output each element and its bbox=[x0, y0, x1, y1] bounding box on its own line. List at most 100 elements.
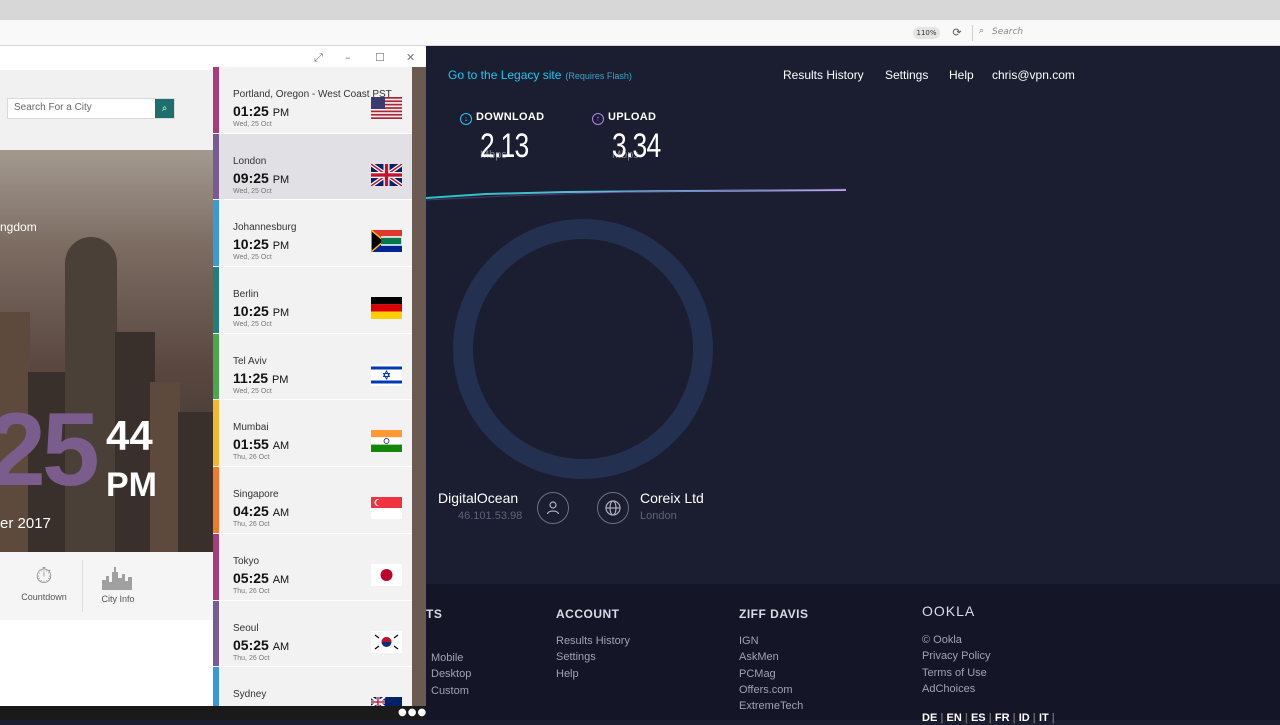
city-name: Tel Aviv bbox=[233, 355, 267, 367]
city-time: 10:25 PM bbox=[233, 236, 289, 252]
legacy-site-note: (Requires Flash) bbox=[565, 71, 632, 81]
server-name[interactable]: Coreix Ltd bbox=[640, 490, 704, 506]
footer-link[interactable]: Privacy Policy bbox=[922, 648, 990, 664]
footer-link[interactable]: Help bbox=[556, 666, 630, 682]
city-time: 05:25 AM bbox=[233, 637, 289, 653]
lang-de[interactable]: DE bbox=[922, 712, 937, 724]
user-icon[interactable] bbox=[537, 492, 569, 524]
city-date: Thu, 26 Oct bbox=[233, 454, 270, 462]
city-name: Portland, Oregon - West Coast PST bbox=[233, 89, 392, 100]
host-name: DigitalOcean bbox=[438, 490, 519, 506]
city-row[interactable]: Johannesburg 10:25 PM Wed, 25 Oct bbox=[213, 200, 412, 268]
city-row[interactable]: Portland, Oregon - West Coast PST 01:25 P… bbox=[213, 67, 412, 134]
footer-apps-links: Mobile Desktop Custom bbox=[431, 650, 471, 699]
city-time-ampm: PM bbox=[272, 240, 290, 253]
footer-link[interactable]: PCMag bbox=[739, 666, 803, 682]
nav-account-email[interactable]: chris@vpn.com bbox=[992, 68, 1075, 82]
taskbar bbox=[0, 706, 426, 720]
city-date: Wed, 25 Oct bbox=[233, 321, 272, 329]
browser-search-placeholder: Search bbox=[992, 27, 1024, 37]
city-name: Singapore bbox=[233, 489, 279, 501]
browser-search-field[interactable]: ⌕ Search bbox=[972, 25, 1280, 41]
city-row[interactable]: Tokyo 05:25 AM Thu, 26 Oct bbox=[213, 533, 412, 601]
footer-link[interactable]: IGN bbox=[739, 633, 803, 649]
download-label: DOWNLOAD bbox=[476, 111, 545, 123]
city-icon bbox=[78, 564, 158, 596]
countdown-button[interactable]: ⏱ Countdown bbox=[4, 552, 84, 620]
language-switcher: DE | EN | ES | FR | ID | IT | bbox=[922, 712, 1055, 724]
footer-link[interactable]: Offers.com bbox=[739, 682, 803, 698]
footer-link[interactable]: Desktop bbox=[431, 666, 471, 682]
speedtest-footer bbox=[426, 584, 1280, 720]
footer-link[interactable]: Settings bbox=[556, 649, 630, 665]
lang-en[interactable]: EN bbox=[946, 712, 961, 724]
footer-link[interactable]: Terms of Use bbox=[922, 665, 990, 681]
city-time-value: 04:25 bbox=[233, 503, 269, 520]
lang-es[interactable]: ES bbox=[971, 712, 986, 724]
city-name: Tokyo bbox=[233, 555, 260, 567]
city-time-value: 10:25 bbox=[233, 236, 269, 253]
city-time-ampm: AM bbox=[272, 573, 290, 586]
maximize-icon[interactable]: ☐ bbox=[375, 51, 385, 64]
city-row[interactable]: Seoul 05:25 AM Thu, 26 Oct bbox=[213, 600, 412, 668]
more-options-icon[interactable]: ●●● bbox=[398, 707, 427, 718]
nav-settings[interactable]: Settings bbox=[885, 68, 928, 82]
lang-it[interactable]: IT bbox=[1039, 712, 1049, 724]
fullscreen-icon[interactable]: ⤢ bbox=[314, 51, 323, 65]
ookla-logo[interactable]: OOKLA bbox=[922, 603, 975, 619]
city-row[interactable]: Tel Aviv 11:25 PM Wed, 25 Oct bbox=[213, 333, 412, 401]
footer-ziff-heading: ZIFF DAVIS bbox=[739, 607, 809, 621]
city-row[interactable]: Mumbai 01:55 AM Thu, 26 Oct bbox=[213, 400, 412, 468]
host-ip: 46.101.53.98 bbox=[458, 510, 523, 522]
il-flag-icon bbox=[371, 363, 402, 386]
city-info-label: City Info bbox=[101, 594, 135, 604]
city-color-bar bbox=[213, 533, 219, 600]
nav-help[interactable]: Help bbox=[949, 68, 974, 82]
footer-account-links: Results History Settings Help bbox=[556, 633, 630, 682]
upload-arrow-icon: ↑ bbox=[592, 113, 604, 125]
city-row[interactable]: Berlin 10:25 PM Wed, 25 Oct bbox=[213, 267, 412, 334]
upload-metric: ↑ UPLOAD 3.34 Mbps bbox=[592, 111, 674, 165]
city-time-value: 05:25 bbox=[233, 569, 269, 586]
footer-link[interactable]: ExtremeTech bbox=[739, 698, 803, 714]
footer-account-heading: ACCOUNT bbox=[556, 607, 620, 621]
city-name: Mumbai bbox=[233, 422, 269, 434]
minimize-icon[interactable]: – bbox=[345, 51, 351, 64]
city-time-ampm: AM bbox=[272, 640, 290, 653]
jp-flag-icon bbox=[371, 563, 402, 586]
big-clock-seconds: 44 bbox=[106, 412, 153, 459]
footer-link[interactable]: Results History bbox=[556, 633, 630, 649]
globe-icon[interactable] bbox=[597, 492, 629, 524]
footer-link[interactable]: Mobile bbox=[431, 650, 471, 666]
upload-label: UPLOAD bbox=[608, 111, 657, 123]
city-row[interactable]: London 09:25 PM Wed, 25 Oct bbox=[213, 133, 412, 201]
city-color-bar bbox=[213, 67, 219, 133]
legacy-site-link[interactable]: Go to the Legacy site (Requires Flash) bbox=[448, 68, 632, 82]
us-flag-icon bbox=[371, 97, 402, 120]
city-date: Thu, 26 Oct bbox=[233, 521, 270, 529]
search-button[interactable]: ⌕ bbox=[155, 99, 174, 118]
footer-link[interactable]: AdChoices bbox=[922, 681, 990, 697]
city-date: Thu, 26 Oct bbox=[233, 587, 270, 595]
city-row[interactable]: Singapore 04:25 AM Thu, 26 Oct bbox=[213, 467, 412, 534]
city-info-button[interactable]: City Info bbox=[78, 552, 158, 620]
zoom-level-badge[interactable]: 110% bbox=[913, 27, 940, 39]
city-search-input[interactable] bbox=[14, 102, 154, 113]
close-icon[interactable]: ✕ bbox=[406, 51, 415, 64]
footer-link[interactable]: AskMen bbox=[739, 649, 803, 665]
footer-apps-heading: TS bbox=[426, 607, 443, 621]
footer-link[interactable]: Custom bbox=[431, 683, 471, 699]
lang-id[interactable]: ID bbox=[1019, 712, 1030, 724]
city-search-box: ⌕ bbox=[7, 98, 175, 119]
browser-titlebar bbox=[0, 0, 1280, 20]
stopwatch-icon: ⏱ bbox=[35, 564, 53, 589]
search-icon: ⌕ bbox=[979, 26, 985, 36]
lang-fr[interactable]: FR bbox=[995, 712, 1010, 724]
city-date: Wed, 25 Oct bbox=[233, 387, 272, 395]
search-icon: ⌕ bbox=[161, 103, 168, 114]
big-clock-ampm: PM bbox=[106, 466, 157, 504]
reload-icon[interactable]: ⟳ bbox=[950, 26, 964, 40]
city-time-ampm: PM bbox=[271, 373, 289, 386]
city-row[interactable]: Sydney07:25 AMThu, 26 Oct bbox=[213, 667, 412, 706]
nav-results-history[interactable]: Results History bbox=[783, 68, 864, 82]
